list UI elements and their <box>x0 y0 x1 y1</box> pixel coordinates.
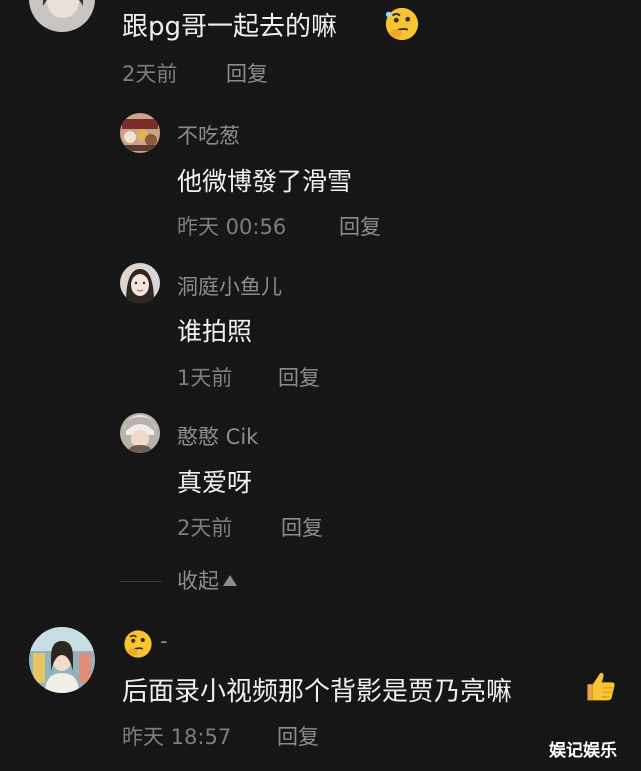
comment-text: 后面录小视频那个背影是贾乃亮嘛 <box>122 677 513 707</box>
comment-text: 真爱呀 <box>177 468 253 497</box>
user-avatar[interactable] <box>120 263 160 303</box>
caret-up-icon <box>223 575 237 586</box>
watermark-text: 娱记娱乐 <box>549 741 617 761</box>
username-suffix[interactable]: - <box>160 629 168 653</box>
reply-button[interactable]: 回复 <box>278 362 320 392</box>
user-avatar[interactable] <box>120 413 160 453</box>
reply-button[interactable]: 回复 <box>281 512 323 542</box>
user-avatar[interactable] <box>29 0 95 32</box>
comment-text: 跟pg哥一起去的嘛 <box>122 12 338 42</box>
comment-time: 昨天 00:56 <box>177 215 287 239</box>
collapse-divider <box>120 581 162 582</box>
comment-time: 1天前 <box>177 366 233 390</box>
user-avatar[interactable] <box>29 627 95 693</box>
comment-time: 2天前 <box>122 62 178 86</box>
thinking-face-emoji <box>122 628 154 660</box>
comment-time: 2天前 <box>177 516 233 540</box>
collapse-replies-button[interactable]: 收起 <box>177 565 237 595</box>
thinking-face-emoji <box>383 5 421 43</box>
comment-time: 昨天 18:57 <box>122 725 232 749</box>
username[interactable]: 憨憨 Cik <box>177 421 258 451</box>
collapse-label: 收起 <box>177 569 219 593</box>
reply-button[interactable]: 回复 <box>226 58 268 88</box>
reply-button[interactable]: 回复 <box>339 211 381 241</box>
comment-text: 他微博發了滑雪 <box>177 167 353 196</box>
reply-button[interactable]: 回复 <box>277 721 319 751</box>
username[interactable]: 洞庭小鱼儿 <box>177 271 282 301</box>
username[interactable]: 不吃葱 <box>177 120 240 150</box>
comment-text: 谁拍照 <box>177 317 253 346</box>
user-avatar[interactable] <box>120 113 160 153</box>
thumbs-up-emoji <box>582 668 618 704</box>
